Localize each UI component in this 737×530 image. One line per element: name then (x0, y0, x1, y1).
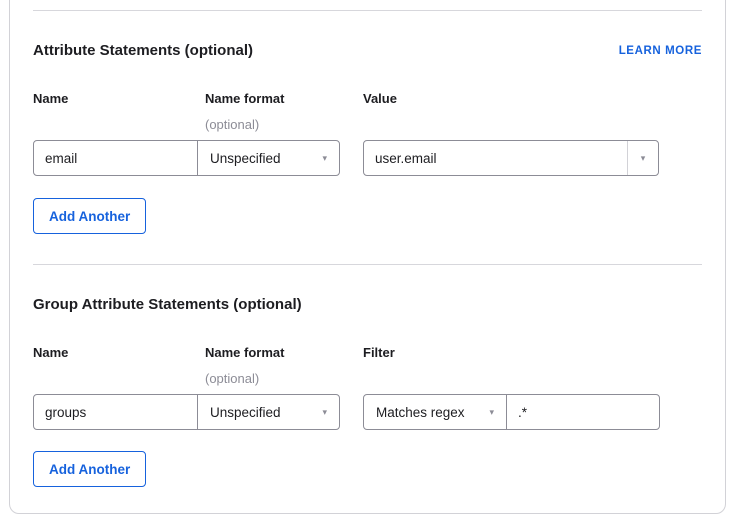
group-name-input[interactable] (34, 395, 197, 429)
group-name-format-value: Unspecified (210, 405, 281, 420)
card-content: Attribute Statements (optional) LEARN MO… (10, 10, 725, 487)
attribute-value-group: ▾ (363, 140, 659, 176)
add-another-attribute-button[interactable]: Add Another (33, 198, 146, 234)
group-filter-value-input[interactable] (507, 395, 659, 429)
attribute-column-headers: Name Name format (optional) Value (33, 91, 702, 133)
saml-settings-page: Attribute Statements (optional) LEARN MO… (0, 0, 737, 530)
chevron-down-icon: ▾ (322, 408, 327, 417)
attribute-statements-title: Attribute Statements (optional) (33, 42, 253, 60)
column-name: Name (33, 91, 205, 133)
attribute-value-input[interactable] (364, 141, 627, 175)
group-attribute-statements-title: Group Attribute Statements (optional) (33, 296, 302, 314)
saml-settings-card: Attribute Statements (optional) LEARN MO… (9, 0, 726, 514)
column-name: Name (33, 345, 205, 387)
attribute-name-input[interactable] (34, 141, 197, 175)
group-filter-group: Matches regex ▾ (363, 394, 660, 430)
column-name-format-label: Name format (205, 345, 363, 361)
group-attribute-statement-row: Unspecified ▾ Matches regex ▾ (33, 394, 702, 430)
column-name-label: Name (33, 91, 205, 107)
section-divider (33, 264, 702, 265)
chevron-down-icon: ▾ (641, 154, 646, 163)
column-name-format: Name format (optional) (205, 345, 363, 387)
column-name-format-optional: (optional) (205, 117, 363, 133)
section-divider (33, 10, 702, 11)
chevron-down-icon: ▾ (489, 408, 494, 417)
column-filter: Filter (363, 345, 702, 387)
chevron-down-icon: ▾ (322, 154, 327, 163)
group-filter-type-value: Matches regex (376, 405, 465, 420)
column-value: Value (363, 91, 702, 133)
column-name-label: Name (33, 345, 205, 361)
group-attribute-statements-section: Group Attribute Statements (optional) Na… (33, 296, 702, 487)
add-another-group-attribute-button[interactable]: Add Another (33, 451, 146, 487)
attribute-name-format-value: Unspecified (210, 151, 281, 166)
attribute-name-group: Unspecified ▾ (33, 140, 340, 176)
group-attribute-statements-header: Group Attribute Statements (optional) (33, 296, 702, 314)
group-name-group: Unspecified ▾ (33, 394, 340, 430)
group-filter-type-select[interactable]: Matches regex ▾ (364, 395, 507, 429)
column-filter-label: Filter (363, 345, 702, 361)
column-name-format: Name format (optional) (205, 91, 363, 133)
attribute-statements-section: Attribute Statements (optional) LEARN MO… (33, 42, 702, 234)
attribute-statement-row: Unspecified ▾ ▾ (33, 140, 702, 176)
attribute-value-dropdown-button[interactable]: ▾ (627, 141, 658, 175)
column-name-format-label: Name format (205, 91, 363, 107)
learn-more-link[interactable]: LEARN MORE (619, 45, 702, 57)
column-name-format-optional: (optional) (205, 371, 363, 387)
column-value-label: Value (363, 91, 702, 107)
group-name-format-select[interactable]: Unspecified ▾ (197, 395, 339, 429)
attribute-name-format-select[interactable]: Unspecified ▾ (197, 141, 339, 175)
attribute-statements-header: Attribute Statements (optional) LEARN MO… (33, 42, 702, 60)
group-attribute-column-headers: Name Name format (optional) Filter (33, 345, 702, 387)
